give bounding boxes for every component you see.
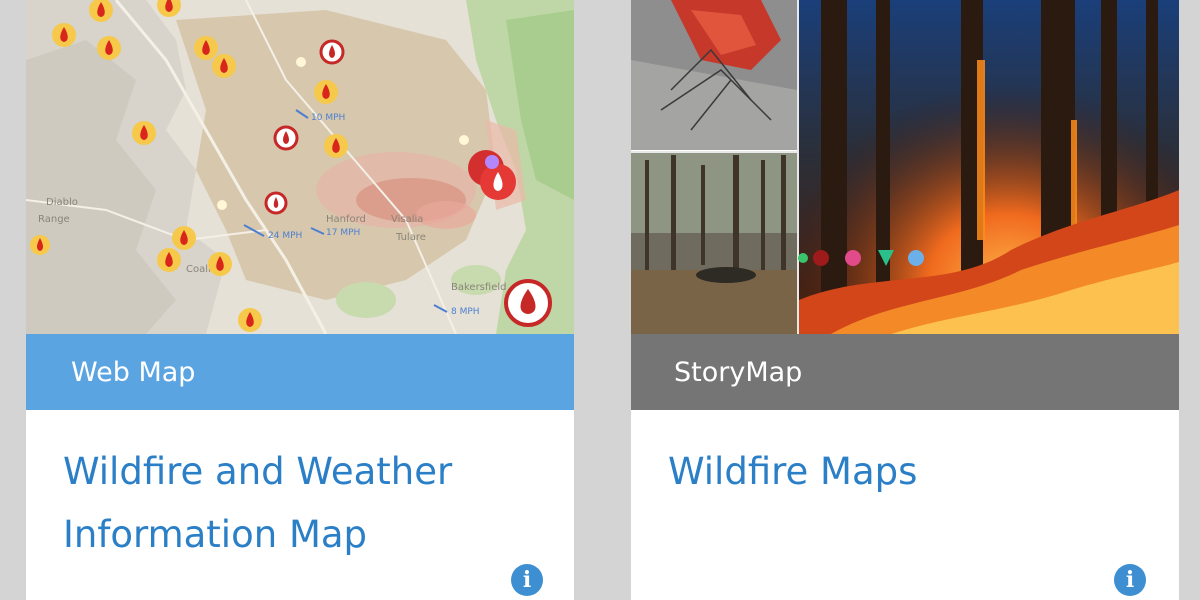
item-type-label: Web Map xyxy=(26,334,574,410)
svg-text:8 MPH: 8 MPH xyxy=(451,307,480,317)
svg-text:17 MPH: 17 MPH xyxy=(326,228,360,238)
photo-collage-image xyxy=(631,0,1179,334)
svg-text:10 MPH: 10 MPH xyxy=(311,113,345,123)
map-thumbnail[interactable]: Diablo Range Coalinga Hanford Visalia Tu… xyxy=(26,0,574,334)
map-thumbnail-image: Diablo Range Coalinga Hanford Visalia Tu… xyxy=(26,0,574,334)
svg-text:Hanford: Hanford xyxy=(326,214,366,225)
info-icon[interactable]: i xyxy=(1114,564,1146,596)
svg-text:Diablo: Diablo xyxy=(46,197,78,208)
item-title-link[interactable]: Wildfire and Weather Information Map xyxy=(63,440,543,566)
svg-text:Visalia: Visalia xyxy=(391,214,423,225)
svg-text:Bakersfield: Bakersfield xyxy=(451,282,506,293)
item-card-wildfire-maps[interactable]: StoryMap Wildfire Maps i xyxy=(631,0,1179,600)
item-type-label: StoryMap xyxy=(631,334,1179,410)
svg-text:24 MPH: 24 MPH xyxy=(268,231,302,241)
item-card-wildfire-weather[interactable]: Diablo Range Coalinga Hanford Visalia Tu… xyxy=(26,0,574,600)
item-title-link[interactable]: Wildfire Maps xyxy=(668,440,1148,503)
info-icon[interactable]: i xyxy=(511,564,543,596)
svg-text:Range: Range xyxy=(38,214,70,225)
svg-text:Tulare: Tulare xyxy=(395,232,426,243)
storymap-thumbnail[interactable] xyxy=(631,0,1179,334)
